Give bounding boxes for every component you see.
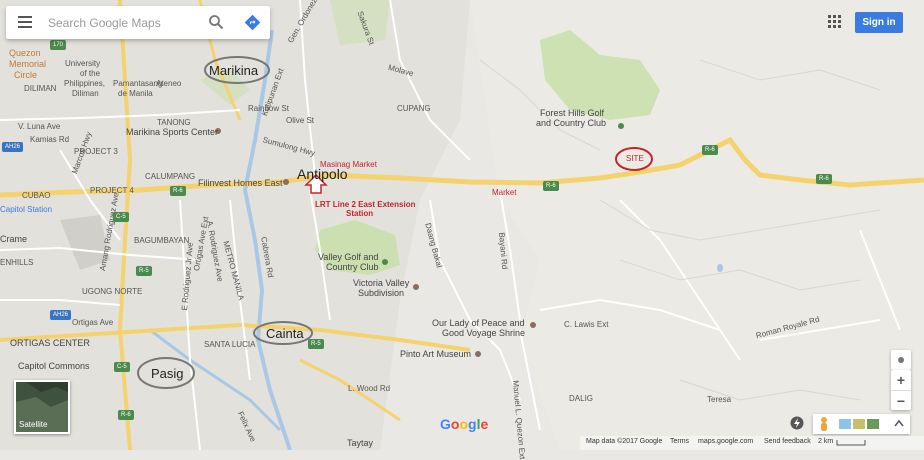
label-pasig: Pasig <box>151 366 184 381</box>
annotation-lrt-line1: LRT Line 2 East Extension <box>315 200 416 209</box>
label-circle: Circle <box>14 70 38 80</box>
label-victoria2: Subdivision <box>358 288 405 298</box>
my-location-icon <box>898 357 904 363</box>
satellite-label: Satellite <box>19 420 48 429</box>
send-feedback-link[interactable]: Send feedback <box>764 438 811 445</box>
annotation-lrt-line2: Station <box>346 209 374 218</box>
shield-c5-north: C-5 <box>113 212 129 222</box>
label-santa-lucia: SANTA LUCIA <box>204 340 256 349</box>
scale-bar <box>836 440 866 446</box>
zoom-in-button[interactable]: + <box>891 370 911 390</box>
label-capitol-commons: Capitol Commons <box>18 361 90 371</box>
pegman-icon[interactable] <box>821 417 827 431</box>
label-diliman-u: Diliman <box>72 89 99 98</box>
label-university: University <box>65 59 101 68</box>
search-icon[interactable] <box>208 14 224 30</box>
imagery-strip <box>813 414 910 434</box>
label-cubao: CUBAO <box>22 191 51 200</box>
label-lwood: L. Wood Rd <box>348 384 391 393</box>
label-market: Market <box>492 188 517 197</box>
label-cainta: Cainta <box>266 326 304 341</box>
shield-r5: R-5 <box>136 266 152 276</box>
search-input[interactable] <box>46 10 200 36</box>
label-vluna: V. Luna Ave <box>18 122 61 131</box>
label-clawis: C. Lawis Ext <box>564 320 609 329</box>
shield-r6-site: R-6 <box>702 145 718 155</box>
shield-r6-east: R-6 <box>816 174 832 184</box>
shield-ah26-south: AH26 <box>50 310 72 320</box>
label-pamantasang: Pamantasang <box>113 79 163 88</box>
label-quezon: Quezon <box>9 48 41 58</box>
label-filinvest: Filinvest Homes East <box>198 178 283 188</box>
zoom-control: + − <box>891 370 911 410</box>
shield-170: 170 <box>50 40 67 50</box>
label-marikina-sports: Marikina Sports Center <box>126 127 219 137</box>
label-ourlady1: Our Lady of Peace and <box>432 318 525 328</box>
label-ortigas-center: ORTIGAS CENTER <box>10 338 90 348</box>
shield-r6-market: R-6 <box>543 181 559 191</box>
label-crame: Crame <box>0 234 28 244</box>
directions-icon[interactable] <box>244 14 261 31</box>
label-philippines: Philippines, <box>64 79 105 88</box>
label-diliman: DILIMAN <box>24 84 57 93</box>
label-teresa: Teresa <box>707 395 732 404</box>
label-demanila: de Manila <box>118 89 153 98</box>
thumb-2[interactable] <box>853 419 865 429</box>
annotation-masinag: Masinag Market <box>320 160 377 169</box>
label-marikina: Marikina <box>209 63 259 78</box>
label-victoria1: Victoria Valley <box>353 278 410 288</box>
my-location-button[interactable] <box>891 350 911 370</box>
label-forest-hills2: and Country Club <box>536 118 607 128</box>
search-box <box>6 6 270 39</box>
label-ortigas-ave: Ortigas Ave <box>72 318 114 327</box>
label-capitol-station: Capitol Station <box>0 205 53 214</box>
satellite-toggle[interactable]: Satellite <box>14 380 70 434</box>
menu-icon[interactable] <box>18 16 32 29</box>
shield-r6-west: R-6 <box>170 186 186 196</box>
label-ateneo: Ateneo <box>156 79 182 88</box>
shield-ah26-north: AH26 <box>2 142 24 152</box>
shield-r5-cainta: R-5 <box>308 339 324 349</box>
scale-label: 2 km <box>818 438 834 445</box>
google-logo: Google <box>440 416 488 432</box>
sign-in-button[interactable]: Sign in <box>855 12 903 33</box>
shield-r6-south: R-6 <box>118 410 134 420</box>
label-tanong: TANONG <box>157 118 191 127</box>
label-enhills: ENHILLS <box>0 258 34 267</box>
label-ugong-norte: UGONG NORTE <box>82 287 143 296</box>
label-dalig: DALIG <box>569 394 594 403</box>
chevron-up-icon[interactable] <box>894 419 904 427</box>
label-pinto: Pinto Art Museum <box>400 349 472 359</box>
terms-link[interactable]: Terms <box>670 438 689 445</box>
label-memorial: Memorial <box>9 59 47 69</box>
site-link[interactable]: maps.google.com <box>698 438 753 445</box>
label-forest-hills1: Forest Hills Golf <box>540 108 605 118</box>
label-ofthe: of the <box>80 69 101 78</box>
label-ourlady2: Good Voyage Shrine <box>442 328 526 338</box>
zoom-out-button[interactable]: − <box>891 390 911 411</box>
label-olive: Olive St <box>286 116 315 125</box>
label-valley-golf2: Country Club <box>326 262 379 272</box>
bottom-bar: Map data ©2017 Google Terms maps.google.… <box>580 436 924 450</box>
map-data-text: Map data ©2017 Google <box>586 438 663 445</box>
label-valley-golf1: Valley Golf and <box>318 252 379 262</box>
annotation-site: SITE <box>626 154 644 163</box>
label-bagumbayan: BAGUMBAYAN <box>134 236 190 245</box>
shield-c5-south: C-5 <box>114 362 130 372</box>
thumb-3[interactable] <box>867 419 879 429</box>
map-canvas[interactable] <box>0 0 924 450</box>
logo-text: Google <box>440 416 489 432</box>
thumb-1[interactable] <box>839 419 851 429</box>
lightning-icon[interactable] <box>790 416 804 430</box>
apps-grid-icon[interactable] <box>828 15 842 29</box>
label-taytay: Taytay <box>347 438 374 448</box>
label-calumpang: CALUMPANG <box>145 172 196 181</box>
label-kamias: Kamias Rd <box>30 135 70 144</box>
label-cupang: CUPANG <box>397 104 431 113</box>
